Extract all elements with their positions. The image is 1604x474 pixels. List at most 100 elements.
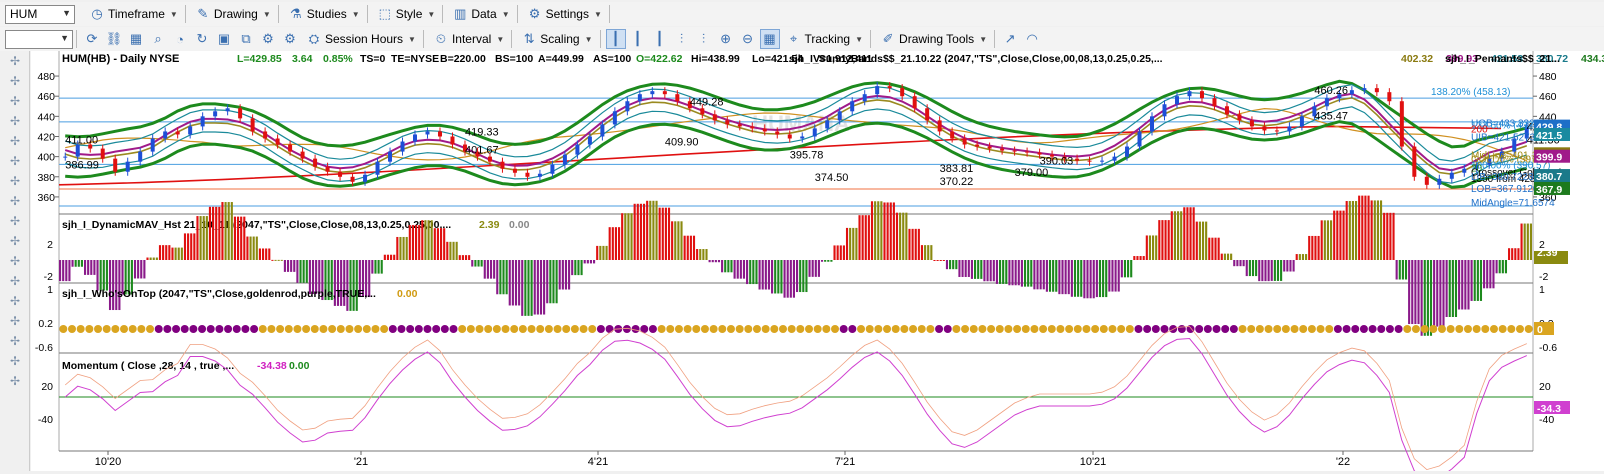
histogram-bar [1423,260,1426,336]
speedometer-icon[interactable]: ◔ [170,29,190,49]
crosshair-tool-icon[interactable]: ✢ [0,71,30,91]
studies-menu[interactable]: ⚗ Studies ▼ [284,3,364,25]
dot-marker [267,325,276,333]
histogram-bar [1114,260,1117,292]
fib-tool-icon[interactable]: ✢ [0,171,30,191]
hide-tool-icon[interactable]: ✢ [0,311,30,331]
blank-selector[interactable]: ▼ [5,29,73,49]
pane2-axis-tag-label: 2.39 [1537,247,1558,259]
grid-toggle-icon[interactable]: ▦ [759,29,780,49]
ray-tool-icon[interactable]: ✢ [0,111,30,131]
hollow-candle-icon[interactable]: ┃ [650,29,670,49]
histogram-bar [115,260,118,311]
image-icon[interactable]: ▣ [214,29,234,49]
measure-tool-icon[interactable]: ✢ [0,331,30,351]
text-tool-icon[interactable]: ✢ [0,211,30,231]
candle-body [750,126,755,129]
candle-body [1349,90,1354,95]
histogram-bar [692,235,696,260]
dot-marker [241,325,250,333]
bars-tool-icon[interactable]: ✢ [0,291,30,311]
histogram-bar [1139,256,1142,260]
drawing-tools-menu[interactable]: ✐ Drawing Tools ▼ [876,28,991,50]
histogram-bar [1320,220,1323,260]
chevron-down-icon[interactable]: ▼ [62,8,71,18]
dot-marker [579,325,588,333]
histogram-bar [995,260,998,284]
candle-body [1025,151,1030,153]
histogram-bar [836,245,839,260]
hline-tool-icon[interactable]: ✢ [0,131,30,151]
bar-icon[interactable]: ┃ [628,29,648,49]
histogram-bar [1376,200,1379,260]
dot-marker [831,325,840,333]
pitchfork-tool-icon[interactable]: ✢ [0,191,30,211]
timeframe-menu[interactable]: ◷ Timeframe ▼ [85,3,182,25]
config-icon[interactable]: ⚙ [280,29,300,49]
histogram-bar [1273,260,1276,281]
dot-marker [1221,325,1230,333]
histogram-bar [986,260,989,282]
histogram-bar [1098,260,1102,298]
chart-svg[interactable]: HUM(HB) - Daily NYSE L=429.85 3.64 0.85% TS=… [31,51,1604,474]
compare-icon[interactable]: ◠ [1022,29,1042,49]
histogram-bar [730,260,733,273]
grid-icon[interactable]: ▦ [126,29,146,49]
zoom-in-icon[interactable]: ⊕ [716,29,736,49]
candle-body [975,144,980,147]
chevron-down-icon[interactable]: ▼ [60,33,69,43]
histogram-bar [764,260,767,290]
arc-tool-icon[interactable]: ✢ [0,351,30,371]
refresh-icon[interactable]: ⟳ [82,29,102,49]
interval-menu[interactable]: ⏲ Interval ▼ [429,28,508,50]
tracking-menu[interactable]: ⌖ Tracking ▼ [782,28,868,50]
price-axis-tag-label: 399.9 [1536,152,1562,164]
overlay-icon[interactable]: ⧉ [236,29,256,49]
dot-marker [978,325,987,333]
box-icon[interactable]: ⫶ [694,29,714,49]
candle-icon[interactable]: ┃ [605,29,626,49]
dot-marker [874,325,883,333]
pane3-value: 0.00 [397,288,418,300]
drawing-menu[interactable]: ✎ Drawing ▼ [191,3,275,25]
dot-marker [891,325,900,333]
cycle-icon[interactable]: ↻ [192,29,212,49]
zoom-out-icon[interactable]: ⊖ [738,29,758,49]
candle-body [1462,168,1467,173]
x-tick-label: 4'21 [588,456,608,468]
channel-tool-icon[interactable]: ✢ [0,151,30,171]
histogram-bar [671,221,674,260]
line-tool-icon[interactable]: ✢ [0,91,30,111]
candle-body [662,91,667,95]
arrow-tool-icon[interactable]: ✢ [0,371,30,391]
style-menu[interactable]: ⬚ Style ▼ [373,3,440,25]
grid-tool-icon[interactable]: ✢ [0,251,30,271]
dot-marker [397,325,406,333]
settings-menu[interactable]: ⚙ Settings ▼ [523,3,606,25]
histogram-bar [396,236,399,260]
histogram-bar [611,227,614,260]
session-hours-menu[interactable]: ⛭ Session Hours ▼ [302,28,420,50]
dot-marker [813,325,822,333]
dot-marker [683,325,692,333]
histogram-bar [461,255,464,260]
dot-marker [1316,325,1325,333]
chart-area[interactable]: HUM(HB) - Daily NYSE L=429.85 3.64 0.85% TS=… [31,51,1604,474]
layers-tool-icon[interactable]: ✢ [0,271,30,291]
add-study-icon[interactable]: ↗ [1000,29,1020,49]
dotplot-icon[interactable]: ⫶ [672,29,692,49]
histogram-bar [771,260,774,294]
zoom-icon[interactable]: ⌕ [148,29,168,49]
settings-icon[interactable]: ⚙ [258,29,278,49]
cursor-tool-icon[interactable]: ✢ [0,51,30,71]
dot-marker [1238,325,1247,333]
candle-body [450,136,455,145]
symbol-input[interactable]: HUM ▼ [5,4,75,24]
link-icon[interactable]: ⛓ [104,29,124,49]
histogram-bar [655,200,658,260]
data-menu[interactable]: ▥ Data ▼ [448,3,513,25]
ruler-tool-icon[interactable]: ✢ [0,231,30,251]
histogram-bar [514,260,518,306]
histogram-bar [658,207,661,260]
scaling-menu[interactable]: ⇅ Scaling ▼ [517,28,596,50]
